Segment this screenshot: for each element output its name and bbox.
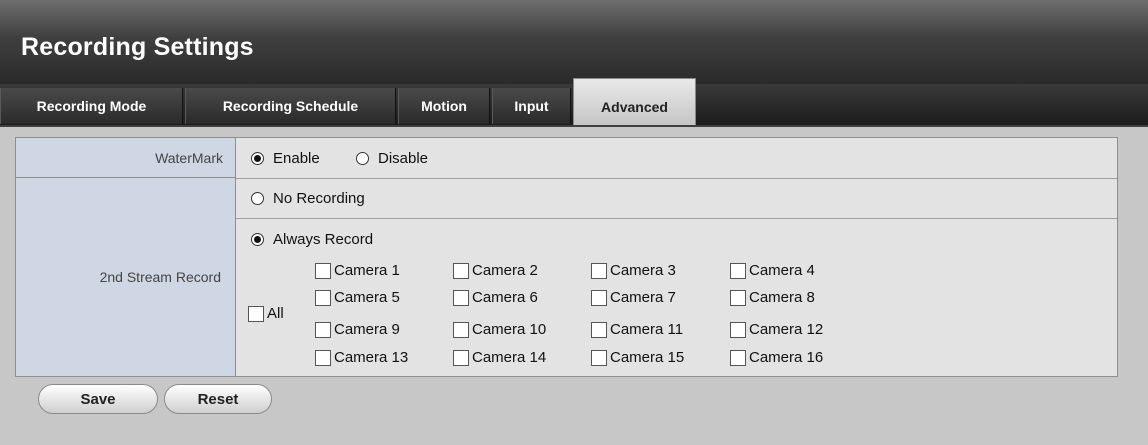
no-recording-option[interactable]: No Recording [251, 190, 365, 207]
tab-label: Recording Schedule [222, 98, 359, 114]
camera-option[interactable]: Camera 15 [591, 349, 684, 366]
no-recording-radio[interactable] [251, 192, 264, 205]
row-divider [236, 218, 1117, 219]
camera-option[interactable]: Camera 8 [730, 289, 815, 306]
camera-checkbox[interactable] [315, 262, 331, 279]
always-record-option[interactable]: Always Record [251, 231, 373, 248]
row-divider [236, 178, 1117, 179]
camera-label: Camera 11 [610, 321, 684, 338]
page-title: Recording Settings [21, 33, 254, 61]
camera-option[interactable]: Camera 11 [591, 321, 683, 338]
all-checkbox[interactable] [248, 305, 264, 322]
camera-label: Camera 9 [334, 321, 400, 338]
camera-option[interactable]: Camera 10 [453, 321, 546, 338]
camera-checkbox[interactable] [453, 289, 469, 306]
camera-checkbox[interactable] [591, 321, 607, 338]
tab-motion[interactable]: Motion [398, 88, 490, 124]
tab-label: Advanced [601, 99, 668, 115]
camera-option[interactable]: Camera 13 [315, 349, 408, 366]
option-label: No Recording [273, 190, 365, 207]
camera-label: Camera 13 [334, 349, 409, 366]
camera-option[interactable]: Camera 1 [315, 262, 400, 279]
camera-label: Camera 2 [472, 262, 538, 279]
camera-checkbox[interactable] [591, 289, 607, 306]
watermark-disable-option[interactable]: Disable [356, 150, 428, 167]
tab-label: Input [514, 98, 549, 114]
camera-option[interactable]: Camera 3 [591, 262, 676, 279]
camera-checkbox[interactable] [591, 262, 607, 279]
camera-label: Camera 12 [749, 321, 824, 338]
tab-input[interactable]: Input [492, 88, 571, 124]
tab-label: Recording Mode [36, 98, 147, 114]
camera-label: Camera 5 [334, 289, 400, 306]
camera-option[interactable]: Camera 16 [730, 349, 823, 366]
camera-checkbox[interactable] [453, 321, 469, 338]
watermark-label: WaterMark [16, 138, 236, 178]
camera-checkbox[interactable] [730, 262, 746, 279]
camera-label: Camera 8 [749, 289, 815, 306]
camera-option[interactable]: Camera 4 [730, 262, 815, 279]
camera-checkbox[interactable] [315, 349, 331, 366]
camera-label: Camera 3 [610, 262, 676, 279]
camera-label: Camera 15 [610, 349, 685, 366]
option-label: Disable [378, 150, 429, 167]
option-label: Always Record [273, 231, 374, 248]
camera-checkbox[interactable] [315, 289, 331, 306]
settings-panel: WaterMark 2nd Stream Record Enable Disab… [15, 137, 1118, 377]
camera-option[interactable]: Camera 9 [315, 321, 400, 338]
camera-checkbox[interactable] [453, 349, 469, 366]
watermark-enable-option[interactable]: Enable [251, 150, 320, 167]
enable-radio[interactable] [251, 152, 264, 165]
camera-checkbox[interactable] [591, 349, 607, 366]
camera-label: Camera 7 [610, 289, 676, 306]
camera-label: Camera 6 [472, 289, 538, 306]
option-label: All [267, 305, 284, 322]
option-label: Enable [273, 150, 320, 167]
camera-checkbox[interactable] [730, 289, 746, 306]
camera-label: Camera 16 [749, 349, 824, 366]
camera-label: Camera 10 [472, 321, 547, 338]
save-button[interactable]: Save [38, 384, 158, 414]
camera-label: Camera 14 [472, 349, 547, 366]
camera-option[interactable]: Camera 6 [453, 289, 538, 306]
tab-recording-mode[interactable]: Recording Mode [0, 88, 183, 124]
camera-option[interactable]: Camera 5 [315, 289, 400, 306]
stream-record-label: 2nd Stream Record [16, 178, 236, 376]
tab-recording-schedule[interactable]: Recording Schedule [185, 88, 396, 124]
camera-option[interactable]: Camera 2 [453, 262, 538, 279]
camera-option[interactable]: Camera 7 [591, 289, 676, 306]
camera-checkbox[interactable] [453, 262, 469, 279]
camera-label: Camera 4 [749, 262, 815, 279]
tab-advanced[interactable]: Advanced [573, 78, 696, 125]
camera-option[interactable]: Camera 14 [453, 349, 546, 366]
reset-button[interactable]: Reset [164, 384, 272, 414]
camera-checkbox[interactable] [730, 321, 746, 338]
camera-option[interactable]: Camera 12 [730, 321, 823, 338]
camera-checkbox[interactable] [730, 349, 746, 366]
camera-label: Camera 1 [334, 262, 400, 279]
header-bar: Recording Settings [0, 0, 1148, 84]
disable-radio[interactable] [356, 152, 369, 165]
all-cameras-option[interactable]: All [248, 305, 284, 322]
always-record-radio[interactable] [251, 233, 264, 246]
camera-checkbox[interactable] [315, 321, 331, 338]
tab-label: Motion [421, 98, 467, 114]
